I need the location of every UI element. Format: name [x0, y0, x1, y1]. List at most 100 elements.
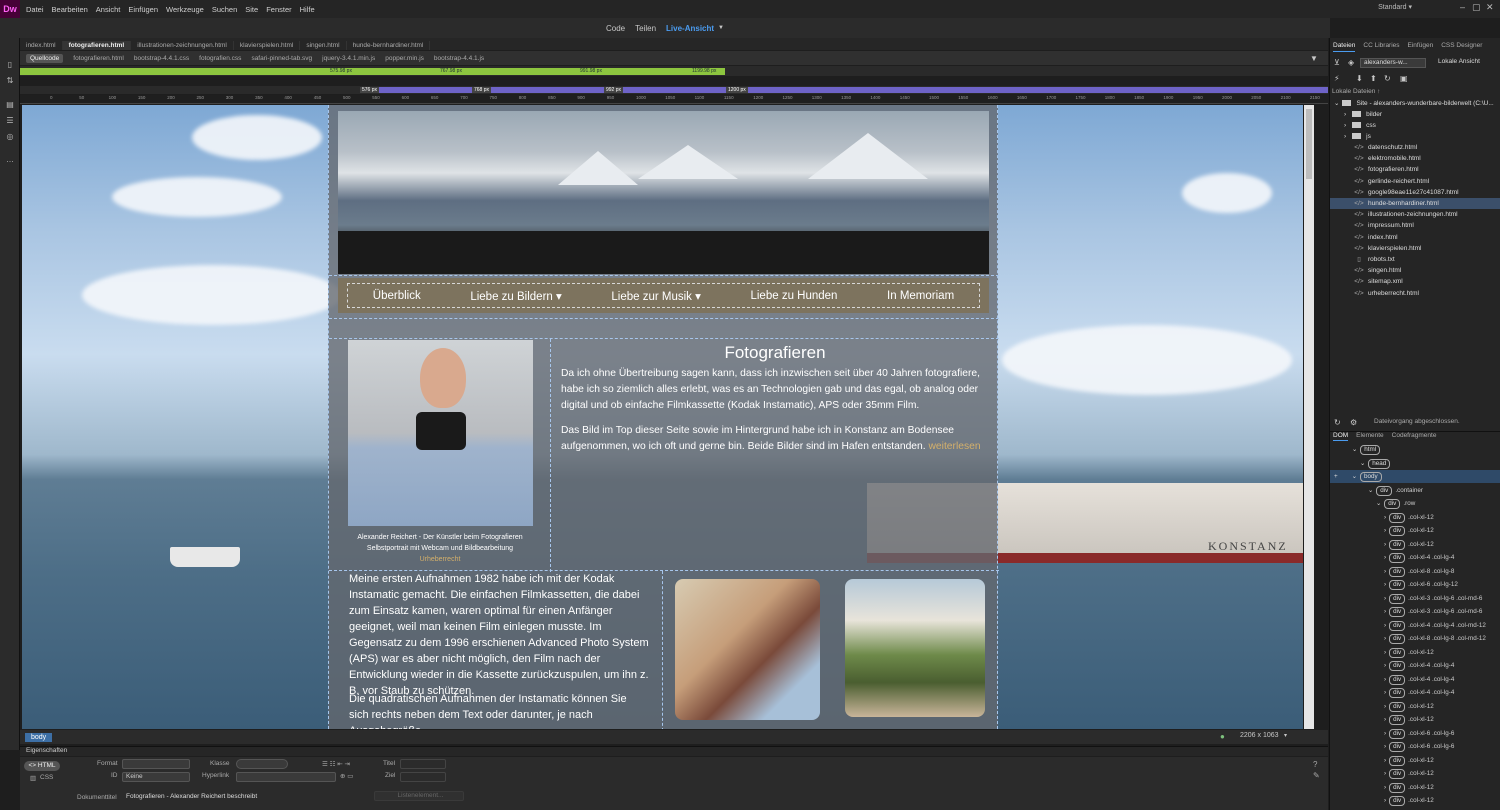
- chevron-right-icon[interactable]: ›: [1344, 122, 1346, 129]
- dom-node[interactable]: › div .col-xl-4 .col-lg-4 .col-md-12: [1384, 619, 1486, 632]
- related-file[interactable]: bootstrap-4.4.1.css: [134, 55, 189, 62]
- related-file[interactable]: jquery-3.4.1.min.js: [322, 55, 375, 62]
- quick-edit-icon[interactable]: ✎: [1313, 771, 1320, 780]
- mq-label[interactable]: 576 px: [360, 87, 380, 93]
- chevron-right-icon[interactable]: ›: [1384, 784, 1386, 791]
- file-icon[interactable]: ▯: [5, 60, 15, 70]
- local-files-header[interactable]: Lokale Dateien ↑: [1332, 88, 1380, 95]
- file-item[interactable]: </> google98eae11e27c41087.html: [1330, 187, 1500, 198]
- chevron-right-icon[interactable]: ›: [1384, 730, 1386, 737]
- view-select[interactable]: Lokale Ansicht: [1438, 58, 1480, 65]
- viewport-size[interactable]: 2206 x 1063: [1240, 732, 1279, 739]
- mq-label[interactable]: 768 px: [472, 87, 492, 93]
- tab-dom[interactable]: DOM: [1333, 432, 1349, 441]
- chevron-right-icon[interactable]: ›: [1384, 797, 1386, 804]
- chevron-right-icon[interactable]: ›: [1384, 757, 1386, 764]
- menu-ansicht[interactable]: Ansicht: [96, 5, 121, 14]
- tab-elemente[interactable]: Elemente: [1356, 432, 1383, 441]
- chevron-right-icon[interactable]: ›: [1384, 622, 1386, 629]
- html-properties-button[interactable]: <> HTML: [24, 761, 60, 771]
- dom-node[interactable]: › div .col-xl-4 .col-lg-4: [1384, 659, 1454, 672]
- vertical-scrollbar[interactable]: [1304, 105, 1314, 729]
- chevron-right-icon[interactable]: ›: [1384, 662, 1386, 669]
- tab-css-designer[interactable]: CSS Designer: [1441, 42, 1482, 52]
- plus-icon[interactable]: +: [1334, 473, 1338, 480]
- tab-einfuegen[interactable]: Einfügen: [1408, 42, 1434, 52]
- dom-node[interactable]: › div .col-xl-12: [1384, 511, 1434, 524]
- file-item[interactable]: </> gerlinde-reichert.html: [1330, 176, 1500, 187]
- chevron-right-icon[interactable]: ›: [1384, 716, 1386, 723]
- menu-werkzeuge[interactable]: Werkzeuge: [166, 5, 204, 14]
- view-code-button[interactable]: Code: [606, 24, 625, 33]
- file-item[interactable]: </> fotografieren.html: [1330, 164, 1500, 175]
- scrollbar-thumb[interactable]: [1306, 109, 1312, 179]
- dom-node[interactable]: › div .col-xl-12: [1384, 700, 1434, 713]
- format-select[interactable]: [122, 759, 190, 769]
- menu-fenster[interactable]: Fenster: [266, 5, 291, 14]
- file-item[interactable]: </> urheberrecht.html: [1330, 288, 1500, 299]
- refresh-icon[interactable]: ↻: [1384, 74, 1391, 83]
- nav-liebe-zur-musik[interactable]: Liebe zur Musik ▾: [611, 289, 701, 303]
- folder-item[interactable]: › css: [1330, 120, 1500, 131]
- view-live-button[interactable]: Live-Ansicht: [666, 24, 714, 33]
- dom-node[interactable]: › div .col-xl-8 .col-lg-8: [1384, 565, 1454, 578]
- list-item-button[interactable]: Listenelement...: [374, 791, 464, 801]
- related-file[interactable]: safari-pinned-tab.svg: [251, 55, 312, 62]
- menu-hilfe[interactable]: Hilfe: [300, 5, 315, 14]
- more-icon[interactable]: …: [5, 155, 15, 165]
- chevron-right-icon[interactable]: ›: [1384, 689, 1386, 696]
- target-link-icon[interactable]: ⊕ ▭: [340, 772, 353, 780]
- dom-node[interactable]: › div .col-xl-4 .col-lg-4: [1384, 686, 1454, 699]
- css-properties-button[interactable]: CSS: [40, 774, 53, 781]
- chevron-down-icon[interactable]: ⌄: [1352, 446, 1357, 453]
- related-file[interactable]: fotografien.css: [199, 55, 241, 62]
- help-icon[interactable]: ?: [1313, 760, 1317, 769]
- filter-icon[interactable]: ⊻: [1334, 58, 1340, 67]
- dom-node[interactable]: › div .col-xl-8 .col-lg-8 .col-md-12: [1384, 632, 1486, 645]
- maximize-icon[interactable]: ▢: [1472, 2, 1481, 13]
- dom-node[interactable]: › div .col-xl-6 .col-lg-12: [1384, 578, 1458, 591]
- dom-node[interactable]: ⌄ div .container: [1368, 484, 1423, 497]
- file-item[interactable]: </> datenschutz.html: [1330, 142, 1500, 153]
- file-item[interactable]: </> elektromobile.html: [1330, 153, 1500, 164]
- mq-label[interactable]: 1199.98 px: [692, 68, 716, 74]
- file-item[interactable]: ▯ robots.txt: [1330, 254, 1500, 265]
- menu-datei[interactable]: Datei: [26, 5, 44, 14]
- file-item[interactable]: </> index.html: [1330, 232, 1500, 243]
- dom-node[interactable]: › div .col-xl-6 .col-lg-6: [1384, 727, 1454, 740]
- folder-item[interactable]: › bilder: [1330, 109, 1500, 120]
- tab-index[interactable]: index.html: [20, 41, 63, 50]
- dom-node[interactable]: + ⌄ body: [1330, 470, 1500, 483]
- dom-node[interactable]: › div .col-xl-12: [1384, 713, 1434, 726]
- file-item[interactable]: </> impressum.html: [1330, 220, 1500, 231]
- related-file[interactable]: bootstrap-4.4.1.js: [434, 55, 484, 62]
- related-file[interactable]: popper.min.js: [385, 55, 424, 62]
- nav-ueberblick[interactable]: Überblick: [373, 290, 421, 302]
- file-item[interactable]: </> illustrationen-zeichnungen.html: [1330, 209, 1500, 220]
- nav-liebe-zu-bildern[interactable]: Liebe zu Bildern ▾: [470, 289, 561, 303]
- chevron-down-icon[interactable]: ▾: [1284, 732, 1287, 739]
- mq-label[interactable]: 767.98 px: [440, 68, 462, 74]
- file-item[interactable]: </> klavierspielen.html: [1330, 243, 1500, 254]
- related-file[interactable]: fotografieren.html: [73, 55, 124, 62]
- tab-hunde[interactable]: hunde-bernhardiner.html: [347, 41, 431, 50]
- titel-input[interactable]: [400, 759, 446, 769]
- live-view[interactable]: KONSTANZ Überblick Liebe zu Bildern ▾ Li…: [22, 105, 1303, 729]
- dom-node[interactable]: › div .col-xl-12: [1384, 794, 1434, 807]
- chevron-right-icon[interactable]: ›: [1384, 770, 1386, 777]
- view-split-button[interactable]: Teilen: [635, 24, 656, 33]
- close-icon[interactable]: ✕: [1486, 2, 1494, 13]
- dom-node[interactable]: ⌄ div .row: [1376, 497, 1415, 510]
- tag-selector-body[interactable]: body: [25, 732, 53, 742]
- dom-node[interactable]: › div .col-xl-12: [1384, 646, 1434, 659]
- nav-liebe-zu-hunden[interactable]: Liebe zu Hunden: [750, 290, 837, 302]
- nav-in-memoriam[interactable]: In Memoriam: [887, 290, 954, 302]
- chevron-right-icon[interactable]: ›: [1384, 595, 1386, 602]
- chevron-right-icon[interactable]: ›: [1344, 111, 1346, 118]
- dom-node[interactable]: › div .col-xl-12: [1384, 524, 1434, 537]
- dom-node[interactable]: › div .col-xl-12: [1384, 538, 1434, 551]
- list-icon[interactable]: ☰: [5, 116, 15, 126]
- chevron-right-icon[interactable]: ›: [1384, 581, 1386, 588]
- chevron-right-icon[interactable]: ›: [1384, 743, 1386, 750]
- chevron-down-icon[interactable]: ⌄: [1368, 487, 1373, 494]
